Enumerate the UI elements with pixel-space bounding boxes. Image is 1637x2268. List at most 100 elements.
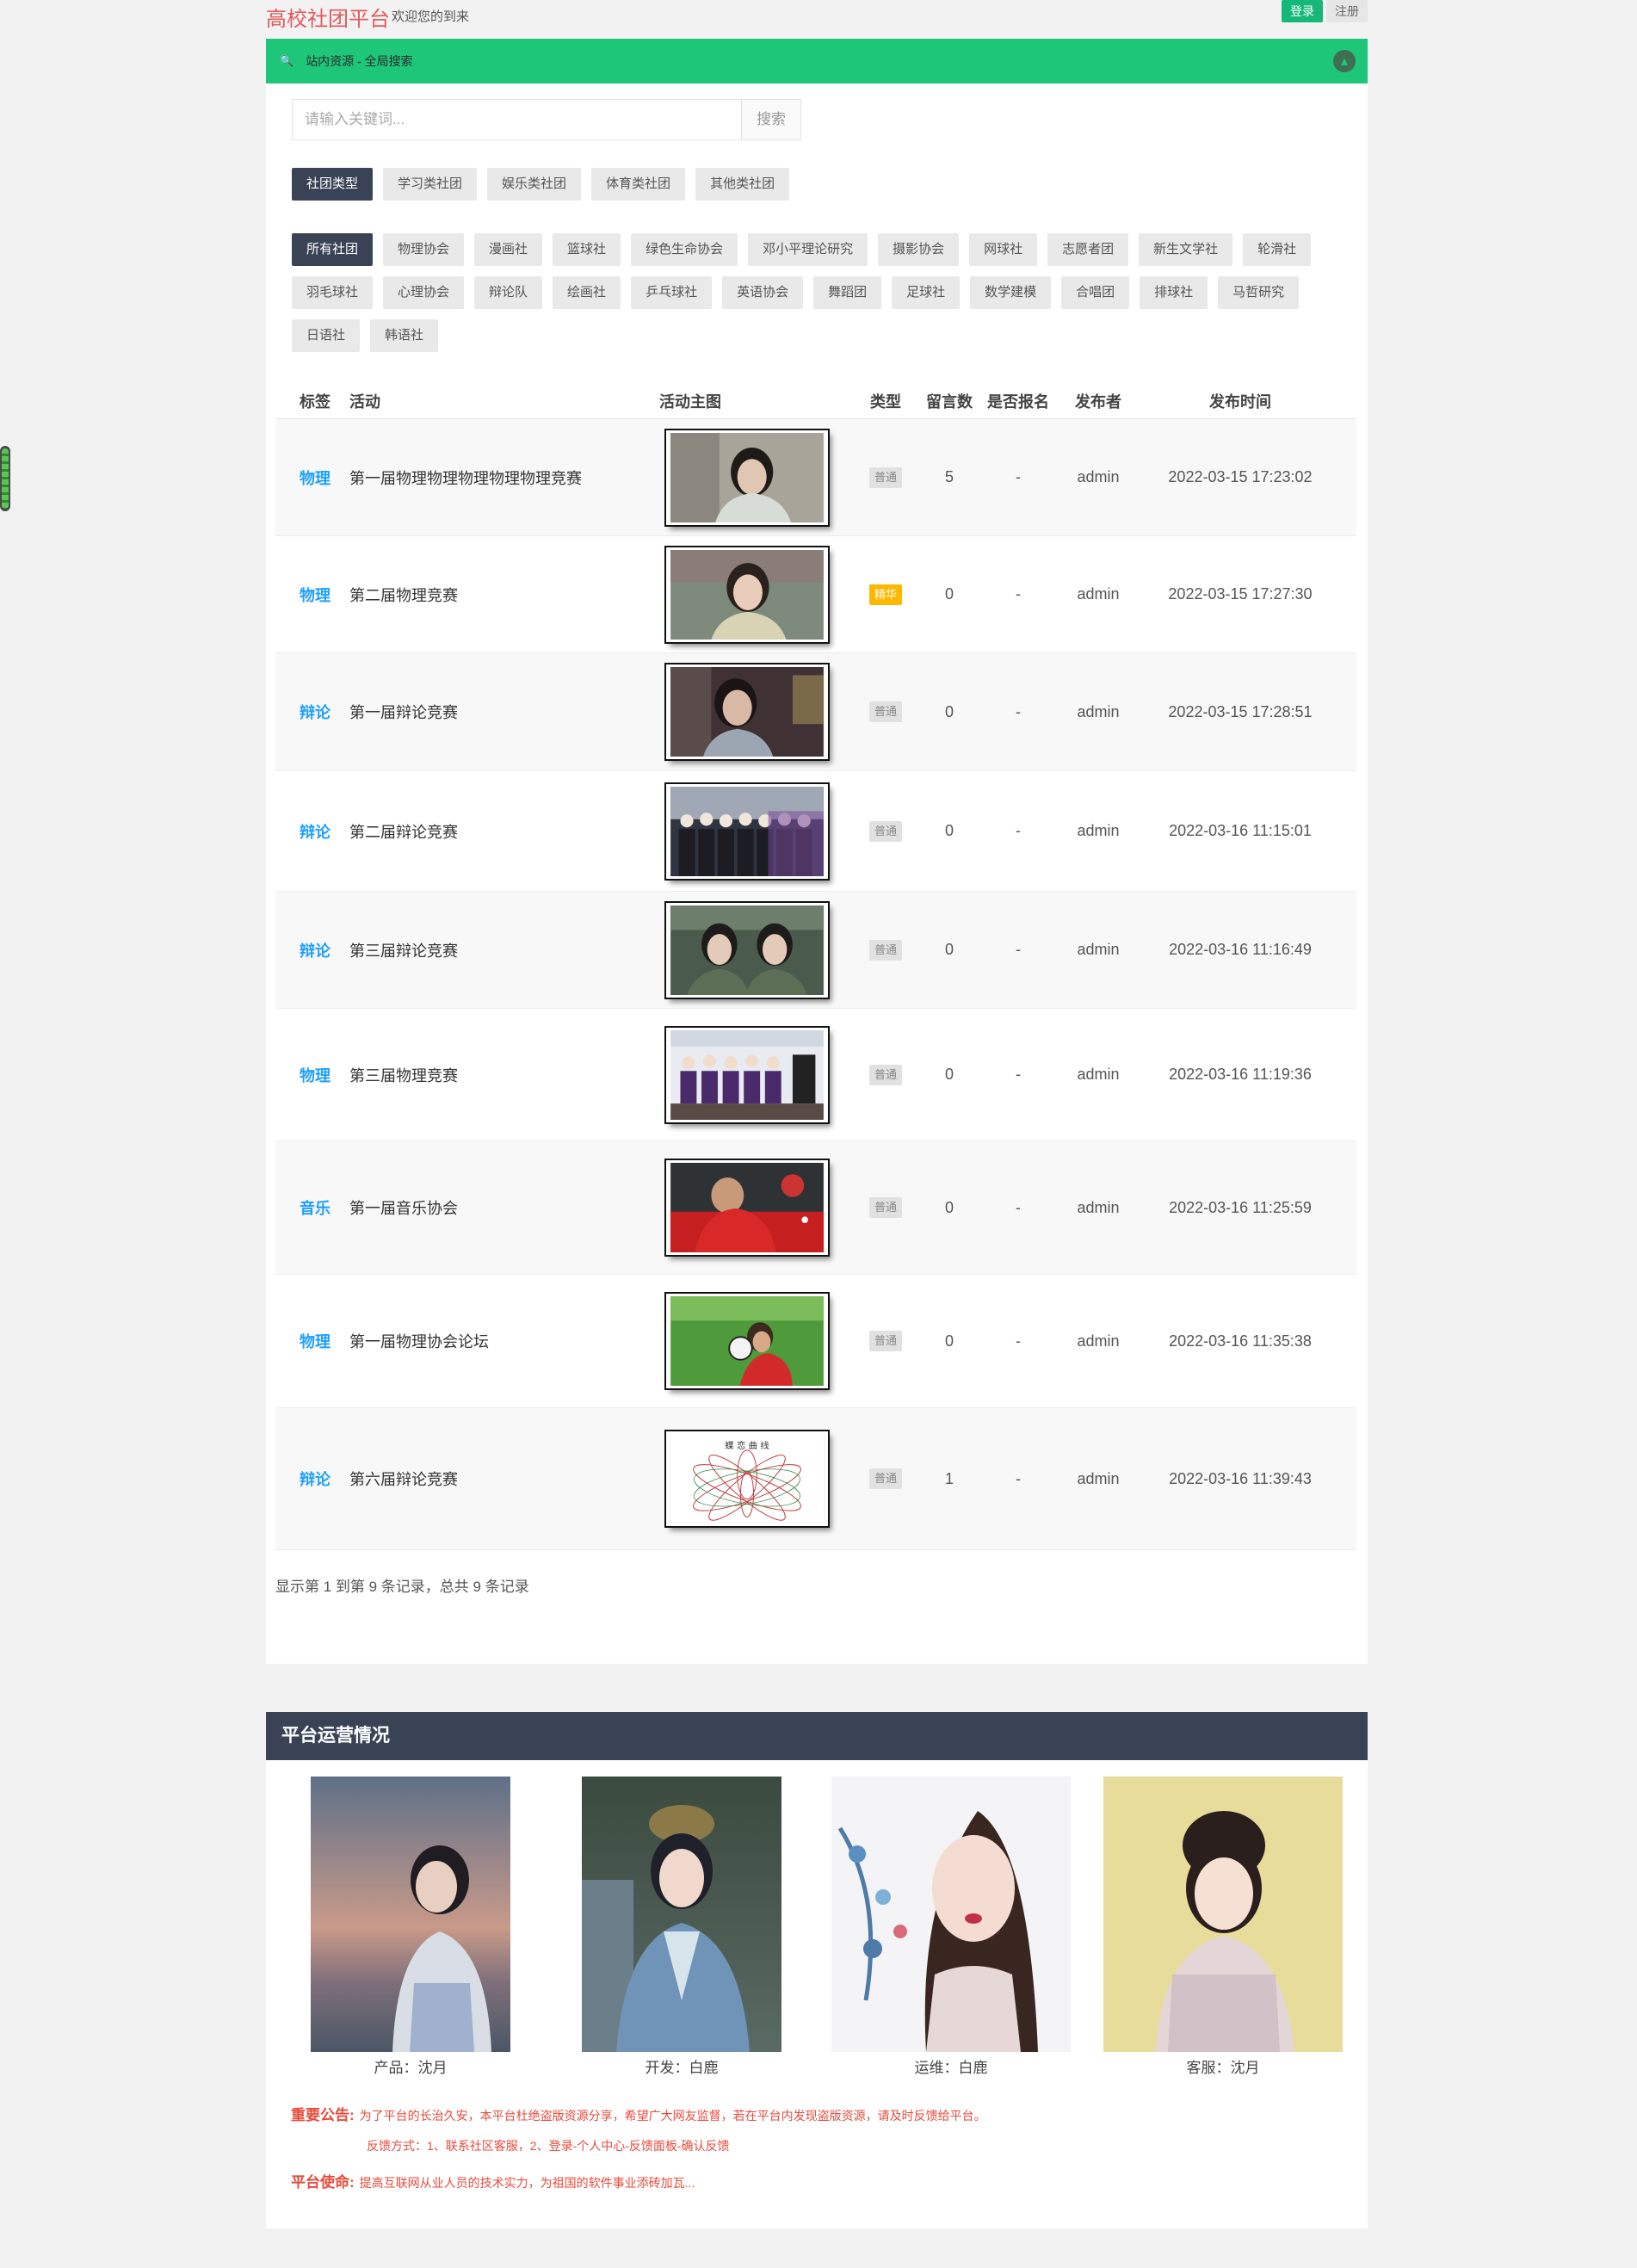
- row-type-cell: 精华: [854, 584, 917, 605]
- club-tag[interactable]: 排球社: [1140, 276, 1208, 309]
- welcome-text: 欢迎您的到来: [392, 9, 470, 24]
- club-tag[interactable]: 绿色生命协会: [631, 233, 738, 266]
- club-tag[interactable]: 日语社: [292, 319, 361, 352]
- row-type-cell: 普通: [854, 1331, 917, 1351]
- row-tag-link[interactable]: 辩论: [275, 1468, 337, 1490]
- club-tag[interactable]: 漫画社: [474, 233, 543, 266]
- club-tag[interactable]: 摄影协会: [878, 233, 960, 266]
- row-activity[interactable]: 第一届辩论竞赛: [337, 701, 647, 723]
- club-type-tag[interactable]: 体育类社团: [591, 168, 686, 201]
- club-type-tag[interactable]: 其他类社团: [695, 168, 790, 201]
- row-comment-count: 0: [944, 822, 954, 839]
- row-tag-link[interactable]: 物理: [275, 1064, 337, 1086]
- row-activity[interactable]: 第二届辩论竞赛: [337, 820, 647, 843]
- table-row: 物理 第一届物理协会论坛 普通 0 - admin 2022-03-16 11:35:38: [275, 1275, 1356, 1408]
- row-publish-time: 2022-03-16 11:35:38: [1169, 1332, 1312, 1350]
- club-tag[interactable]: 羽毛球社: [292, 276, 374, 309]
- type-badge: 普通: [868, 1468, 902, 1489]
- row-publisher: admin: [1077, 468, 1120, 485]
- row-tag-link[interactable]: 音乐: [275, 1196, 337, 1219]
- row-activity[interactable]: 第一届音乐协会: [337, 1196, 647, 1219]
- club-tag[interactable]: 绘画社: [553, 276, 621, 309]
- activity-thumbnail[interactable]: [664, 1025, 830, 1124]
- row-signup-status: -: [1016, 1198, 1021, 1216]
- club-tag[interactable]: 所有社团: [292, 233, 374, 266]
- activity-thumbnail[interactable]: [664, 545, 830, 644]
- club-tag[interactable]: 轮滑社: [1243, 233, 1312, 266]
- row-activity[interactable]: 第三届辩论竞赛: [337, 939, 647, 961]
- row-activity[interactable]: 第一届物理物理物理物理物理竞赛: [337, 467, 647, 489]
- notice-label: 重要公告:: [291, 2107, 355, 2123]
- search-input[interactable]: [292, 99, 741, 140]
- club-tag[interactable]: 心理协会: [383, 276, 465, 309]
- activity-thumbnail[interactable]: [664, 1292, 830, 1390]
- row-activity[interactable]: 第六届辩论竞赛: [337, 1468, 647, 1490]
- row-signup-status: -: [1016, 1332, 1021, 1350]
- row-tag-link[interactable]: 辩论: [275, 701, 337, 723]
- row-publish-time: 2022-03-15 17:23:02: [1168, 468, 1313, 485]
- row-activity[interactable]: 第三届物理竞赛: [337, 1064, 647, 1086]
- club-tag[interactable]: 乒乓球社: [631, 276, 713, 309]
- row-tag-link[interactable]: 物理: [275, 584, 337, 606]
- staff-photo: [831, 1777, 1071, 2052]
- activity-thumbnail[interactable]: [664, 663, 830, 761]
- club-type-tag[interactable]: 娱乐类社团: [487, 168, 582, 201]
- activity-thumbnail[interactable]: 蝶 恋 曲 线: [664, 1430, 830, 1528]
- club-tag[interactable]: 英语协会: [722, 276, 804, 309]
- club-tag[interactable]: 网球社: [969, 233, 1038, 266]
- row-signup-status: -: [1016, 468, 1021, 485]
- club-tag[interactable]: 足球社: [892, 276, 961, 309]
- club-tag[interactable]: 数学建模: [970, 276, 1052, 309]
- table-row: 物理 第三届物理竞赛 普通 0 - admin 2022-03-16 11:19:36: [275, 1009, 1356, 1141]
- row-comment-count: 0: [944, 702, 954, 720]
- club-tag[interactable]: 邓小平理论研究: [748, 233, 868, 266]
- row-comment-count: 0: [944, 1198, 954, 1216]
- row-type-cell: 普通: [854, 820, 917, 842]
- row-publish-time: 2022-03-16 11:15:01: [1169, 822, 1312, 839]
- row-tag-link[interactable]: 辩论: [275, 820, 337, 843]
- pager-info: 显示第 1 到第 9 条记录，总共 9 条记录: [275, 1579, 529, 1595]
- search-panel-title: 站内资源 - 全局搜索: [306, 54, 413, 68]
- row-publisher: admin: [1077, 585, 1120, 603]
- row-type-cell: 普通: [854, 467, 917, 488]
- brand-title[interactable]: 高校社团平台: [266, 2, 390, 32]
- activity-thumbnail[interactable]: [664, 900, 830, 999]
- row-tag-link[interactable]: 辩论: [275, 939, 337, 961]
- club-tag[interactable]: 马哲研究: [1218, 276, 1300, 309]
- club-tag[interactable]: 篮球社: [553, 233, 621, 266]
- club-tag[interactable]: 志愿者团: [1047, 233, 1129, 266]
- activity-thumbnail[interactable]: [664, 782, 830, 881]
- search-button[interactable]: 搜索: [741, 99, 801, 140]
- row-comment-count: 5: [944, 468, 954, 485]
- row-activity[interactable]: 第二届物理竞赛: [337, 584, 647, 606]
- row-tag-link[interactable]: 物理: [275, 467, 337, 489]
- type-badge: 普通: [868, 820, 902, 842]
- register-button[interactable]: 注册: [1326, 0, 1368, 22]
- row-publish-time: 2022-03-16 11:39:43: [1169, 1469, 1312, 1487]
- staff-card: 运维：白鹿: [831, 1777, 1071, 2077]
- club-type-filter: 社团类型 学习类社团 娱乐类社团 体育类社团 其他类社团: [292, 168, 1325, 201]
- operations-panel: 平台运营情况 产品：沈月 开发：白鹿 运维：白鹿 客服：沈月 重要公告: 为了平…: [266, 1712, 1368, 2228]
- collapse-icon[interactable]: ▲: [1333, 50, 1356, 72]
- row-publish-time: 2022-03-16 11:16:49: [1169, 941, 1312, 958]
- club-type-tag[interactable]: 学习类社团: [383, 168, 478, 201]
- activity-thumbnail[interactable]: [664, 1159, 830, 1257]
- club-tag[interactable]: 物理协会: [383, 233, 465, 266]
- auth-buttons: 登录 注册: [1282, 0, 1368, 22]
- club-tag[interactable]: 舞蹈团: [813, 276, 882, 309]
- mission-label: 平台使命:: [291, 2174, 355, 2191]
- row-signup-status: -: [1016, 585, 1021, 603]
- type-badge: 普通: [868, 1197, 902, 1218]
- row-type-cell: 普通: [854, 939, 917, 961]
- club-tag[interactable]: 韩语社: [370, 319, 439, 352]
- row-tag-link[interactable]: 物理: [275, 1330, 337, 1352]
- activity-thumbnail[interactable]: [664, 428, 830, 527]
- login-button[interactable]: 登录: [1282, 0, 1323, 22]
- club-type-tag[interactable]: 社团类型: [292, 168, 374, 201]
- type-badge: 普通: [868, 1331, 902, 1351]
- club-tag[interactable]: 新生文学社: [1139, 233, 1233, 266]
- club-tag[interactable]: 合唱团: [1061, 276, 1130, 309]
- club-tag[interactable]: 辩论队: [474, 276, 543, 309]
- staff-caption: 运维：白鹿: [914, 2060, 988, 2076]
- row-activity[interactable]: 第一届物理协会论坛: [337, 1330, 647, 1352]
